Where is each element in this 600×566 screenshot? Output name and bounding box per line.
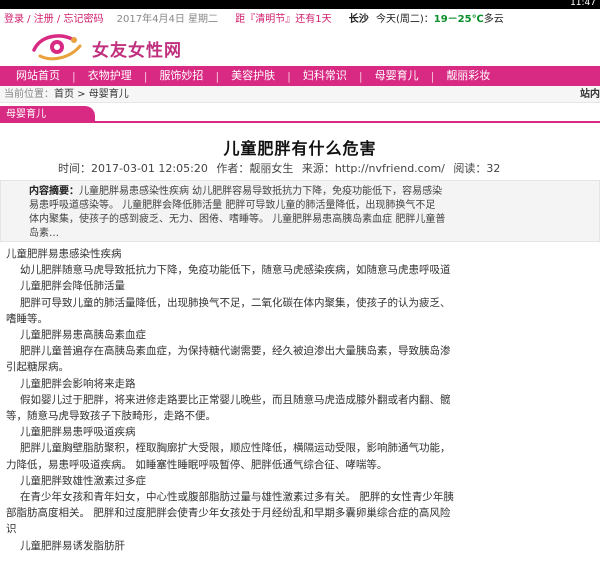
article-body: 儿童肥胖易患感染性疾病幼儿肥胖随意马虎导致抵抗力下降，免疫功能低下，随意马虎感染… <box>0 246 600 554</box>
main-nav: 网站首页 | 衣物护理 | 服饰妙招 | 美容护肤 | 妇科常识 | 母婴育儿 … <box>0 66 600 86</box>
logo-row: 女友女性网 <box>0 31 600 66</box>
status-bar: 11:47 <box>0 0 600 20</box>
date-text: 2017年4月4日 星期二 <box>116 14 219 25</box>
article-paragraph: 儿童肥胖会降低肺活量 <box>20 280 125 293</box>
article-source: 来源：http://nvfriend.com/ <box>301 162 445 175</box>
article-paragraph: 部脂肪高度相关。 肥胖和过度肥胖会使青少年女孩处于月经纷乱和早期多囊卵巢综合症的… <box>6 507 451 520</box>
article-paragraph: 在青少年女孩和青年妇女，中心性或腹部脂肪过量与雄性激素过多有关。 肥胖的女性青少… <box>20 491 454 504</box>
summary-line: 岛素… <box>29 228 59 239</box>
breadcrumb: 当前位置：首页 > 母婴育儿 站内 <box>0 86 600 103</box>
temperature: 19－25℃ <box>433 14 484 25</box>
festival-countdown: 距『清明节』还有1天 <box>235 14 332 25</box>
article-paragraph: 识 <box>6 523 17 536</box>
article-reads: 阅读：32 <box>453 162 501 175</box>
nav-item-skincare[interactable]: 美容护肤 <box>231 66 275 86</box>
article-paragraph: 力降低，易患呼吸道疾病。 如睡塞性睡眠呼吸暂停、肥胖低通气综合征、哮喘等。 <box>6 458 388 471</box>
site-logo-text[interactable]: 女友女性网 <box>92 36 182 61</box>
article-title: 儿童肥胖有什么危害 <box>223 139 377 158</box>
article-paragraph: 肥胖可导致儿童的肺活量降低，出现肺换气不足，二氧化碳在体内聚集，使孩子的认为疲乏… <box>20 296 451 309</box>
breadcrumb-home[interactable]: 首页 <box>54 89 74 100</box>
article-author: 作者：靓丽女生 <box>216 162 294 175</box>
forgot-password-link[interactable]: 忘记密码 <box>63 14 103 25</box>
article-paragraph: 儿童肥胖易患呼吸道疾病 <box>20 426 136 439</box>
nav-item-fashion-tips[interactable]: 服饰妙招 <box>159 66 203 86</box>
summary-line: 易患呼吸道感染等。 儿童肥胖会降低肺活量 肥胖可导致儿童的肺活量降低，出现肺换气… <box>29 200 436 211</box>
summary-line: 儿童肥胖易患感染性疾病 幼儿肥胖容易导致抵抗力下降，免疫功能低下，容易感染 <box>79 186 443 197</box>
nav-item-home[interactable]: 网站首页 <box>0 66 60 86</box>
site-search-label[interactable]: 站内 <box>580 86 600 103</box>
breadcrumb-label: 当前位置： <box>4 89 54 100</box>
article-time: 时间：2017-03-01 12:05:20 <box>58 162 208 175</box>
article-meta: 时间：2017-03-01 12:05:20 作者：靓丽女生 来源：http:/… <box>58 160 505 176</box>
weather-text: 多云 <box>483 14 504 25</box>
article-paragraph: 肥胖儿童普遍存在高胰岛素血症，为保持糖代谢需要，经久被迫渗出大量胰岛素，导致胰岛… <box>20 345 451 358</box>
logo-icon[interactable] <box>30 32 84 62</box>
article-paragraph: 嗜睡等。 <box>6 312 48 325</box>
section-header: 母婴育儿 <box>0 106 600 123</box>
breadcrumb-separator: > <box>74 89 89 100</box>
summary-label: 内容摘要： <box>29 186 79 197</box>
nav-item-clothing-care[interactable]: 衣物护理 <box>88 66 132 86</box>
nav-item-makeup[interactable]: 靓丽彩妆 <box>446 66 490 86</box>
city-name[interactable]: 长沙 <box>349 14 369 25</box>
top-info-bar: 登录 / 注册 / 忘记密码 2017年4月4日 星期二 距『清明节』还有1天 … <box>0 9 600 31</box>
article-paragraph: 幼儿肥胖随意马虎导致抵抗力下降，免疫功能低下，随意马虎感染疾病，如随意马虎患呼吸… <box>20 264 451 277</box>
breadcrumb-current[interactable]: 母婴育儿 <box>89 89 129 100</box>
article-paragraph: 儿童肥胖易诱发脂肪肝 <box>20 539 125 552</box>
nav-separator: | <box>358 69 363 83</box>
article-paragraph: 儿童肥胖致雄性激素过多症 <box>20 474 146 487</box>
signal-icon <box>524 1 546 20</box>
today-label: 今天(周二)： <box>375 14 434 25</box>
article-summary: 内容摘要：儿童肥胖易患感染性疾病 幼儿肥胖容易导致抵抗力下降，免疫功能低下，容易… <box>0 180 600 242</box>
register-link[interactable]: 注册 <box>34 14 54 25</box>
article-paragraph: 等，随意马虎导致孩子下肢畸形，走路不便。 <box>6 410 216 423</box>
nav-separator: | <box>430 69 435 83</box>
article-paragraph: 引起糖尿病。 <box>6 361 69 374</box>
nav-separator: | <box>287 69 291 83</box>
article-paragraph: 儿童肥胖会影响将来走路 <box>20 377 136 390</box>
nav-separator: | <box>72 69 76 83</box>
article-paragraph: 假如婴儿过于肥胖，将来进修走路要比正常婴儿晚些，而且随意马虎造成膝外翻或者内翻、… <box>20 393 451 406</box>
login-link[interactable]: 登录 <box>4 14 24 25</box>
article-paragraph: 儿童肥胖易患感染性疾病 <box>6 248 122 260</box>
nav-separator: | <box>143 69 148 83</box>
nav-separator: | <box>215 69 220 83</box>
status-time: 11:47 <box>570 0 596 8</box>
article-paragraph: 儿童肥胖易患高胰岛素血症 <box>20 329 146 342</box>
nav-item-gynecology[interactable]: 妇科常识 <box>303 66 347 86</box>
summary-line: 体内聚集，使孩子的感到疲乏、无力、困倦、嗜睡等。 儿童肥胖易患高胰岛素血症 肥胖… <box>29 214 446 225</box>
section-tab[interactable]: 母婴育儿 <box>0 106 95 123</box>
nav-item-parenting[interactable]: 母婴育儿 <box>375 66 419 86</box>
article-paragraph: 肥胖儿童胸壁脂肪聚积，桎取胸廓扩大受限，顺应性降低，横隔运动受限，影响肺通气功能… <box>20 442 451 455</box>
